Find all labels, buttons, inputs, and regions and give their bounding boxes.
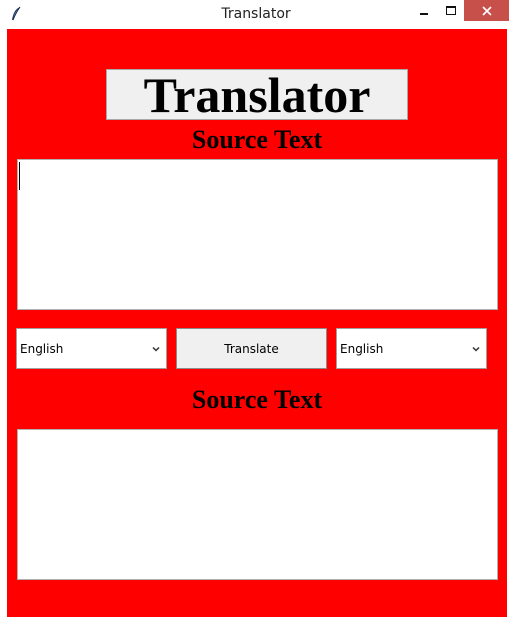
source-language-select[interactable]: English <box>16 328 167 369</box>
minimize-button[interactable] <box>411 0 437 21</box>
close-icon <box>481 1 492 20</box>
app-heading: Translator <box>106 69 408 120</box>
target-language-value: English <box>340 341 384 356</box>
app-content: Translator Source Text English Translate… <box>7 29 507 617</box>
maximize-button[interactable] <box>437 0 464 21</box>
minimize-icon <box>420 12 428 15</box>
output-text-label: Source Text <box>191 385 323 414</box>
source-text-input[interactable] <box>17 159 498 310</box>
output-text-area[interactable] <box>17 429 498 580</box>
source-text-label: Source Text <box>191 125 323 154</box>
chevron-down-icon <box>470 343 482 355</box>
title-bar[interactable]: Translator <box>0 0 512 28</box>
translate-button[interactable]: Translate <box>176 328 327 369</box>
text-cursor <box>19 162 20 190</box>
translator-window: Translator Translator Source Text Englis… <box>0 0 512 617</box>
close-button[interactable] <box>464 0 509 21</box>
target-language-select[interactable]: English <box>336 328 487 369</box>
chevron-down-icon <box>150 343 162 355</box>
source-language-value: English <box>20 341 64 356</box>
maximize-icon <box>445 6 456 15</box>
